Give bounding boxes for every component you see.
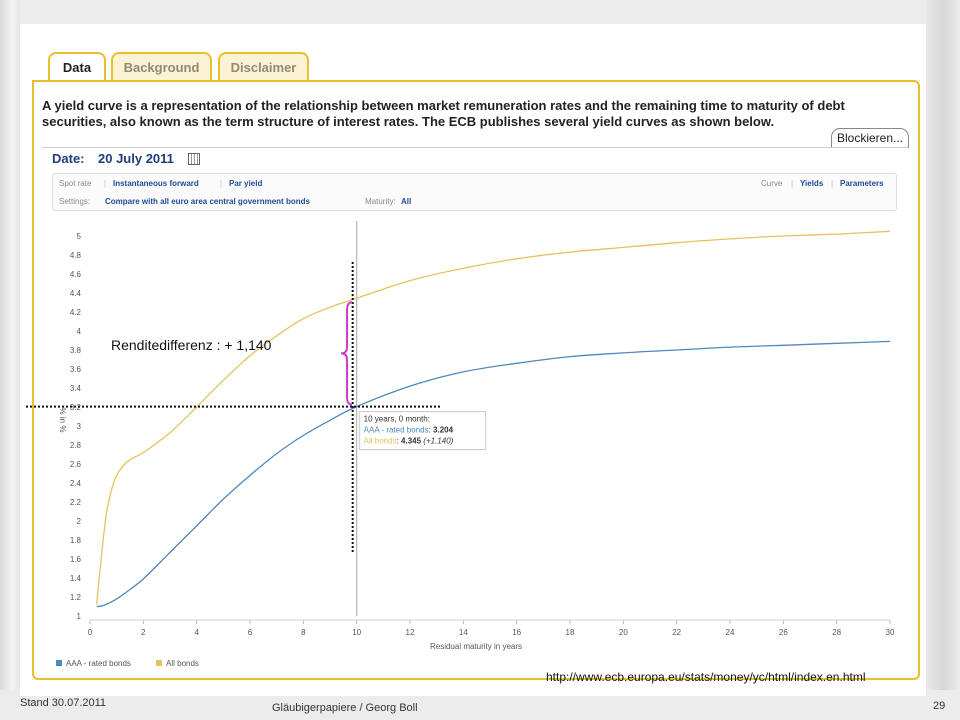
tooltip-title: 10 years, 0 month: <box>364 415 430 424</box>
svg-text:AAA - rated bonds: 3.204: AAA - rated bonds: 3.204 <box>364 426 454 435</box>
y-tick-label: 1.8 <box>70 536 82 545</box>
tooltip-all-value: 4.345 <box>401 437 422 446</box>
x-tick-label: 26 <box>779 628 788 637</box>
series-aaa-line <box>96 340 891 608</box>
legend-marker-all <box>156 660 162 666</box>
y-tick-label: 1.2 <box>70 593 82 602</box>
y-tick-label: 2.6 <box>70 460 82 469</box>
x-tick-label: 16 <box>512 628 521 637</box>
y-tick-label: 1.6 <box>70 555 82 564</box>
y-tick-label: 4.2 <box>70 308 82 317</box>
tooltip-aaa-label: AAA - rated bonds <box>364 426 429 435</box>
yield-curve-chart: 11.21.41.61.822.22.42.62.833.23.43.63.84… <box>26 221 895 668</box>
legend-item-all[interactable]: All bonds <box>166 659 199 668</box>
spread-brace <box>340 301 353 406</box>
x-tick-label: 2 <box>141 628 146 637</box>
legend-marker-aaa <box>56 660 62 666</box>
x-tick-label: 10 <box>352 628 361 637</box>
y-tick-label: 5 <box>77 232 82 241</box>
x-tick-label: 12 <box>406 628 415 637</box>
source-url[interactable]: http://www.ecb.europa.eu/stats/money/yc/… <box>546 670 866 684</box>
x-tick-label: 28 <box>832 628 841 637</box>
y-axis-title: % in % <box>58 408 67 433</box>
chart-legend: AAA - rated bonds All bonds <box>56 659 199 668</box>
x-axis-title: Residual maturity in years <box>430 642 522 651</box>
svg-text:All bonds: 4.345 (+1.140): All bonds: 4.345 (+1.140) <box>364 437 454 446</box>
series-all-line <box>96 230 891 605</box>
y-tick-label: 2.2 <box>70 498 82 507</box>
x-tick-label: 4 <box>194 628 199 637</box>
tooltip-all-label: All bonds <box>364 437 397 446</box>
footer-date: Stand 30.07.2011 <box>20 697 107 709</box>
tooltip-all-diff: (+1.140) <box>423 437 453 446</box>
y-tick-label: 1 <box>77 612 82 621</box>
x-tick-label: 6 <box>248 628 253 637</box>
chart-tooltip: 10 years, 0 month: AAA - rated bonds: 3.… <box>359 411 487 451</box>
y-tick-label: 2.8 <box>70 441 82 450</box>
spread-annotation: Renditedifferenz : + 1,140 <box>111 337 272 353</box>
x-tick-label: 30 <box>886 628 895 637</box>
x-tick-label: 8 <box>301 628 306 637</box>
tooltip-aaa-value: 3.204 <box>433 426 454 435</box>
y-tick-label: 3.4 <box>70 384 82 393</box>
footer-title: Gläubigerpapiere / Georg Boll <box>272 702 418 714</box>
footer-page-number: 29 <box>933 700 946 712</box>
y-tick-label: 3.6 <box>70 365 82 374</box>
y-tick-label: 2 <box>77 517 82 526</box>
x-tick-label: 14 <box>459 628 468 637</box>
x-tick-label: 18 <box>566 628 575 637</box>
legend-item-aaa[interactable]: AAA - rated bonds <box>66 659 131 668</box>
x-tick-label: 0 <box>88 628 93 637</box>
y-tick-label: 4.6 <box>70 270 82 279</box>
x-tick-label: 20 <box>619 628 628 637</box>
y-tick-label: 4.4 <box>70 289 82 298</box>
y-tick-label: 3.8 <box>70 346 82 355</box>
y-tick-label: 4 <box>77 327 82 336</box>
y-tick-label: 2.4 <box>70 479 82 488</box>
x-tick-label: 22 <box>672 628 681 637</box>
x-tick-label: 24 <box>726 628 735 637</box>
y-tick-label: 4.8 <box>70 251 82 260</box>
y-tick-label: 3 <box>77 422 82 431</box>
y-tick-label: 1.4 <box>70 574 82 583</box>
